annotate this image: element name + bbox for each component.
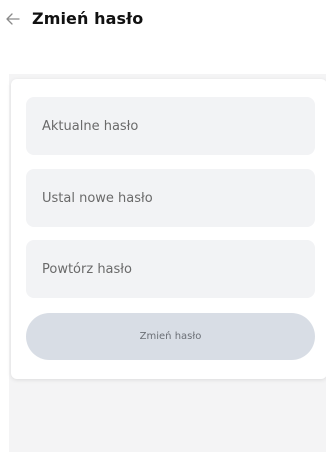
app-header: Zmień hasło — [0, 0, 326, 40]
page-title: Zmień hasło — [32, 9, 144, 28]
repeat-password-field[interactable] — [26, 240, 315, 298]
new-password-field[interactable] — [26, 169, 315, 227]
back-button[interactable] — [4, 10, 22, 28]
current-password-field[interactable] — [26, 97, 315, 155]
change-password-button[interactable]: Zmień hasło — [26, 313, 315, 360]
arrow-left-icon — [6, 13, 20, 25]
